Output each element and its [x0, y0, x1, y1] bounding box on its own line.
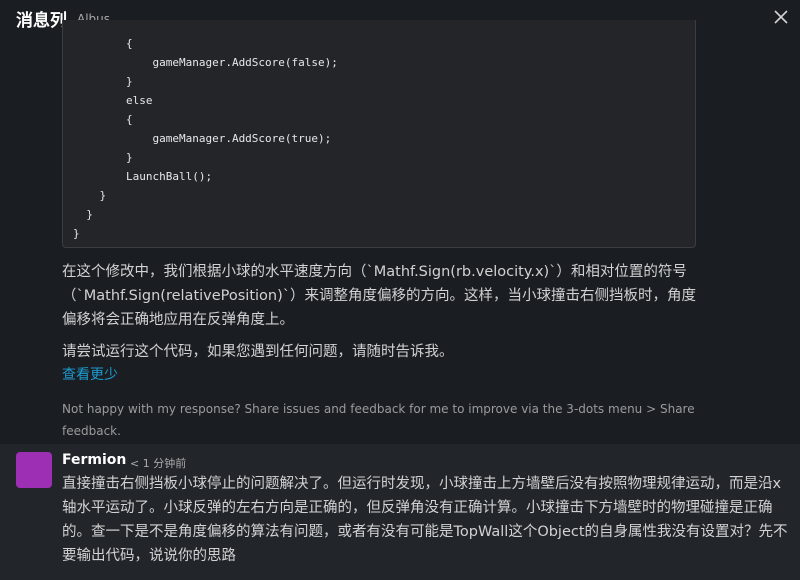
- code-line: {: [73, 37, 133, 50]
- feedback-note: Not happy with my response? Share issues…: [62, 402, 695, 438]
- close-icon[interactable]: [770, 6, 792, 28]
- code-line: gameManager.AddScore(false);: [73, 56, 338, 69]
- assistant-paragraph-2: 请尝试运行这个代码，如果您遇到任何问题，请随时告诉我。: [62, 344, 454, 360]
- assistant-paragraph-1: 在这个修改中，我们根据小球的水平速度方向（`Mathf.Sign(rb.velo…: [62, 264, 697, 328]
- user-message: Fermion < 1 分钟前 直接撞击右侧挡板小球停止的问题解决了。但运行时发…: [0, 444, 800, 580]
- code-line: }: [73, 189, 107, 202]
- see-less-link[interactable]: 查看更少: [62, 364, 118, 384]
- code-line: {: [73, 113, 133, 126]
- code-line: }: [73, 75, 133, 88]
- code-line: }: [73, 227, 80, 240]
- thread-title: 消息列: [16, 10, 67, 31]
- code-line: LaunchBall();: [73, 170, 213, 183]
- code-line: }: [73, 151, 133, 164]
- avatar[interactable]: [16, 452, 52, 488]
- sender-name[interactable]: Fermion: [62, 452, 126, 468]
- code-block: { gameManager.AddScore(false); } else { …: [62, 20, 696, 248]
- message-timestamp[interactable]: < 1 分钟前: [130, 455, 186, 471]
- code-line: gameManager.AddScore(true);: [73, 132, 332, 145]
- code-line: else: [73, 94, 153, 107]
- message-body: 直接撞击右侧挡板小球停止的问题解决了。但运行时发现，小球撞击上方墙壁后没有按照物…: [62, 476, 788, 564]
- code-line: }: [73, 208, 93, 221]
